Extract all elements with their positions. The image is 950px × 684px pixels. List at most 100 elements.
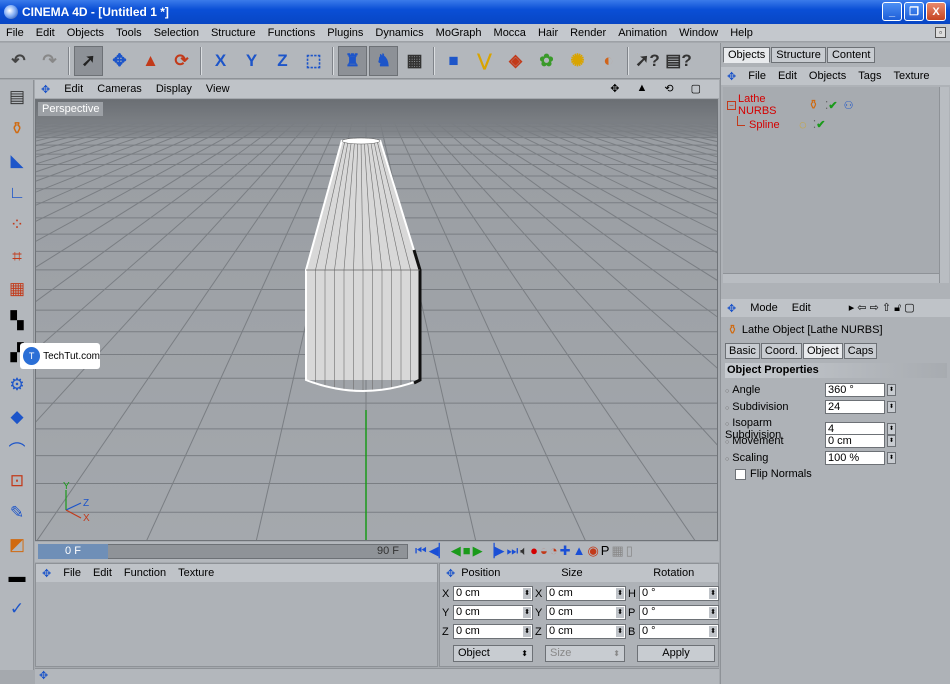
auto-key-icon[interactable]: ◒ bbox=[540, 543, 548, 559]
select-arrow-icon[interactable]: ➚ bbox=[74, 45, 103, 76]
viewport-menu-cameras[interactable]: Cameras bbox=[97, 83, 142, 95]
points-icon[interactable]: ⁘ bbox=[2, 210, 32, 240]
attr-move-handle-icon[interactable]: ✥ bbox=[727, 302, 736, 315]
menu-tools[interactable]: Tools bbox=[110, 27, 148, 39]
axis-move-icon[interactable]: ◣ bbox=[2, 146, 32, 176]
attrmenu-mode[interactable]: Mode bbox=[750, 302, 778, 314]
curve-icon[interactable]: ⌒ bbox=[2, 434, 32, 464]
objects-move-handle-icon[interactable]: ✥ bbox=[727, 70, 736, 83]
move-view-icon[interactable]: ✥ bbox=[610, 82, 619, 95]
rot-h-field[interactable]: 0 ° ⬍ bbox=[639, 586, 719, 601]
play-reverse-icon[interactable]: ◀ bbox=[451, 543, 461, 559]
spinner-icon[interactable]: ⬍ bbox=[887, 452, 896, 464]
status-move-handle-icon[interactable]: ✥ bbox=[39, 670, 48, 682]
menu-structure[interactable]: Structure bbox=[205, 27, 262, 39]
cube-icon[interactable]: ■ bbox=[439, 46, 468, 76]
paint-icon[interactable]: ✎ bbox=[2, 498, 32, 528]
collapse-icon[interactable]: − bbox=[727, 100, 736, 110]
objmenu-file[interactable]: File bbox=[748, 70, 766, 82]
timeline-scroll-icon[interactable]: ▯ bbox=[626, 543, 633, 559]
spinner-icon[interactable]: ⬍ bbox=[709, 626, 717, 637]
camera-icon[interactable]: ➚? bbox=[633, 46, 662, 76]
coords-move-handle-icon[interactable]: ✥ bbox=[446, 567, 455, 580]
menu-objects[interactable]: Objects bbox=[61, 27, 110, 39]
tab-content[interactable]: Content bbox=[826, 47, 876, 63]
scene-icon[interactable]: ◐ bbox=[594, 46, 623, 76]
minimize-button[interactable]: _ bbox=[882, 2, 902, 21]
texture-icon[interactable]: ▚ bbox=[2, 306, 32, 336]
array-icon[interactable]: ✿ bbox=[532, 46, 561, 76]
size-x-field[interactable]: 0 cm ⬍ bbox=[546, 586, 626, 601]
snap-icon[interactable]: ⊡ bbox=[2, 466, 32, 496]
light-icon[interactable]: ▤? bbox=[664, 46, 693, 76]
rotate-icon[interactable]: ⟳ bbox=[167, 46, 196, 76]
sound-icon[interactable]: 🔈︎ bbox=[520, 543, 528, 559]
perspective-viewport[interactable]: Y Z X Perspective bbox=[35, 99, 718, 541]
spinner-icon[interactable]: ⬍ bbox=[887, 435, 896, 447]
tab-caps[interactable]: Caps bbox=[843, 343, 878, 359]
spinner-icon[interactable]: ⬍ bbox=[523, 588, 531, 599]
menu-functions[interactable]: Functions bbox=[262, 27, 322, 39]
object-mode-icon[interactable]: ♞ bbox=[369, 45, 398, 76]
menu-plugins[interactable]: Plugins bbox=[321, 27, 369, 39]
objmenu-objects[interactable]: Objects bbox=[809, 70, 846, 82]
attr-nav-icons[interactable]: ▸ ⇦ ⇨ ⇧ 🔓︎ ▢ bbox=[849, 301, 915, 315]
tab-coord[interactable]: Coord. bbox=[760, 343, 802, 359]
record-icon[interactable]: ● bbox=[530, 543, 538, 559]
material-menu-texture[interactable]: Texture bbox=[178, 567, 214, 579]
menu-hair[interactable]: Hair bbox=[532, 27, 564, 39]
nurbs-icon[interactable]: ◈ bbox=[501, 46, 530, 76]
tweak-icon[interactable]: ◆ bbox=[2, 402, 32, 432]
y-axis-icon[interactable]: Y bbox=[237, 46, 266, 76]
polygons-icon[interactable]: ▦ bbox=[2, 274, 32, 304]
menu-edit[interactable]: Edit bbox=[30, 27, 61, 39]
coord-system-icon[interactable]: ⬚ bbox=[299, 46, 328, 76]
size-mode-select[interactable]: Size ⬍ bbox=[545, 645, 625, 662]
spinner-icon[interactable]: ⬍ bbox=[709, 588, 717, 599]
spinner-icon[interactable]: ⬍ bbox=[887, 401, 896, 413]
object-name[interactable]: Lathe NURBS bbox=[738, 93, 804, 117]
tab-basic[interactable]: Basic bbox=[725, 343, 760, 359]
menu-file[interactable]: File bbox=[0, 27, 30, 39]
scale-key-icon[interactable]: ▲ bbox=[573, 543, 586, 559]
brush-icon[interactable]: ▬ bbox=[2, 562, 32, 592]
apply-button[interactable]: Apply bbox=[637, 645, 715, 662]
spinner-icon[interactable]: ⬍ bbox=[887, 384, 896, 396]
menu-animation[interactable]: Animation bbox=[612, 27, 673, 39]
model-mode-icon[interactable]: ♜ bbox=[338, 45, 367, 76]
pos-y-field[interactable]: 0 cm ⬍ bbox=[453, 605, 533, 620]
objmenu-edit[interactable]: Edit bbox=[778, 70, 797, 82]
deformer-icon[interactable]: ✺ bbox=[563, 46, 592, 76]
object-icon[interactable]: ⚱ bbox=[2, 114, 32, 144]
coord-mode-select[interactable]: Object ⬍ bbox=[453, 645, 533, 662]
scaling-field[interactable]: 100 % ⬍ bbox=[825, 451, 896, 465]
material-menu-function[interactable]: Function bbox=[124, 567, 166, 579]
size-y-field[interactable]: 0 cm ⬍ bbox=[546, 605, 626, 620]
layout-restore-icon[interactable]: ▫ bbox=[935, 27, 946, 38]
goto-end-icon[interactable]: ⏭ bbox=[507, 543, 519, 559]
pos-x-field[interactable]: 0 cm ⬍ bbox=[453, 586, 533, 601]
scale-view-icon[interactable]: ▲ bbox=[636, 82, 647, 95]
list-item[interactable]: Spline ◌ ⁚ ✔ bbox=[737, 115, 825, 132]
vertical-scrollbar[interactable] bbox=[939, 87, 949, 283]
scale-icon[interactable]: ▲ bbox=[136, 46, 165, 76]
tab-objects[interactable]: Objects bbox=[723, 47, 771, 63]
spinner-icon[interactable]: ⬍ bbox=[709, 607, 717, 618]
menu-selection[interactable]: Selection bbox=[148, 27, 205, 39]
enabled-check-icon[interactable]: ✔ bbox=[816, 118, 825, 131]
spinner-icon[interactable]: ⬍ bbox=[523, 607, 531, 618]
move-icon[interactable]: ✥ bbox=[105, 46, 134, 76]
flip-normals-checkbox[interactable] bbox=[735, 468, 746, 480]
viewport-menu-display[interactable]: Display bbox=[156, 83, 192, 95]
current-frame[interactable]: 0 F bbox=[38, 544, 108, 559]
axis-icon[interactable]: ∟ bbox=[2, 178, 32, 208]
movement-field[interactable]: 0 cm ⬍ bbox=[825, 434, 896, 448]
play-icon[interactable]: ▶ bbox=[473, 543, 483, 559]
render-view-icon[interactable]: ▦ bbox=[400, 46, 429, 76]
z-axis-icon[interactable]: Z bbox=[268, 46, 297, 76]
viewport-menu-view[interactable]: View bbox=[206, 83, 230, 95]
viewport-move-handle-icon[interactable]: ✥ bbox=[41, 83, 50, 96]
object-name[interactable]: Spline bbox=[749, 119, 793, 131]
rot-p-field[interactable]: 0 ° ⬍ bbox=[639, 605, 719, 620]
tab-object[interactable]: Object bbox=[802, 343, 843, 359]
